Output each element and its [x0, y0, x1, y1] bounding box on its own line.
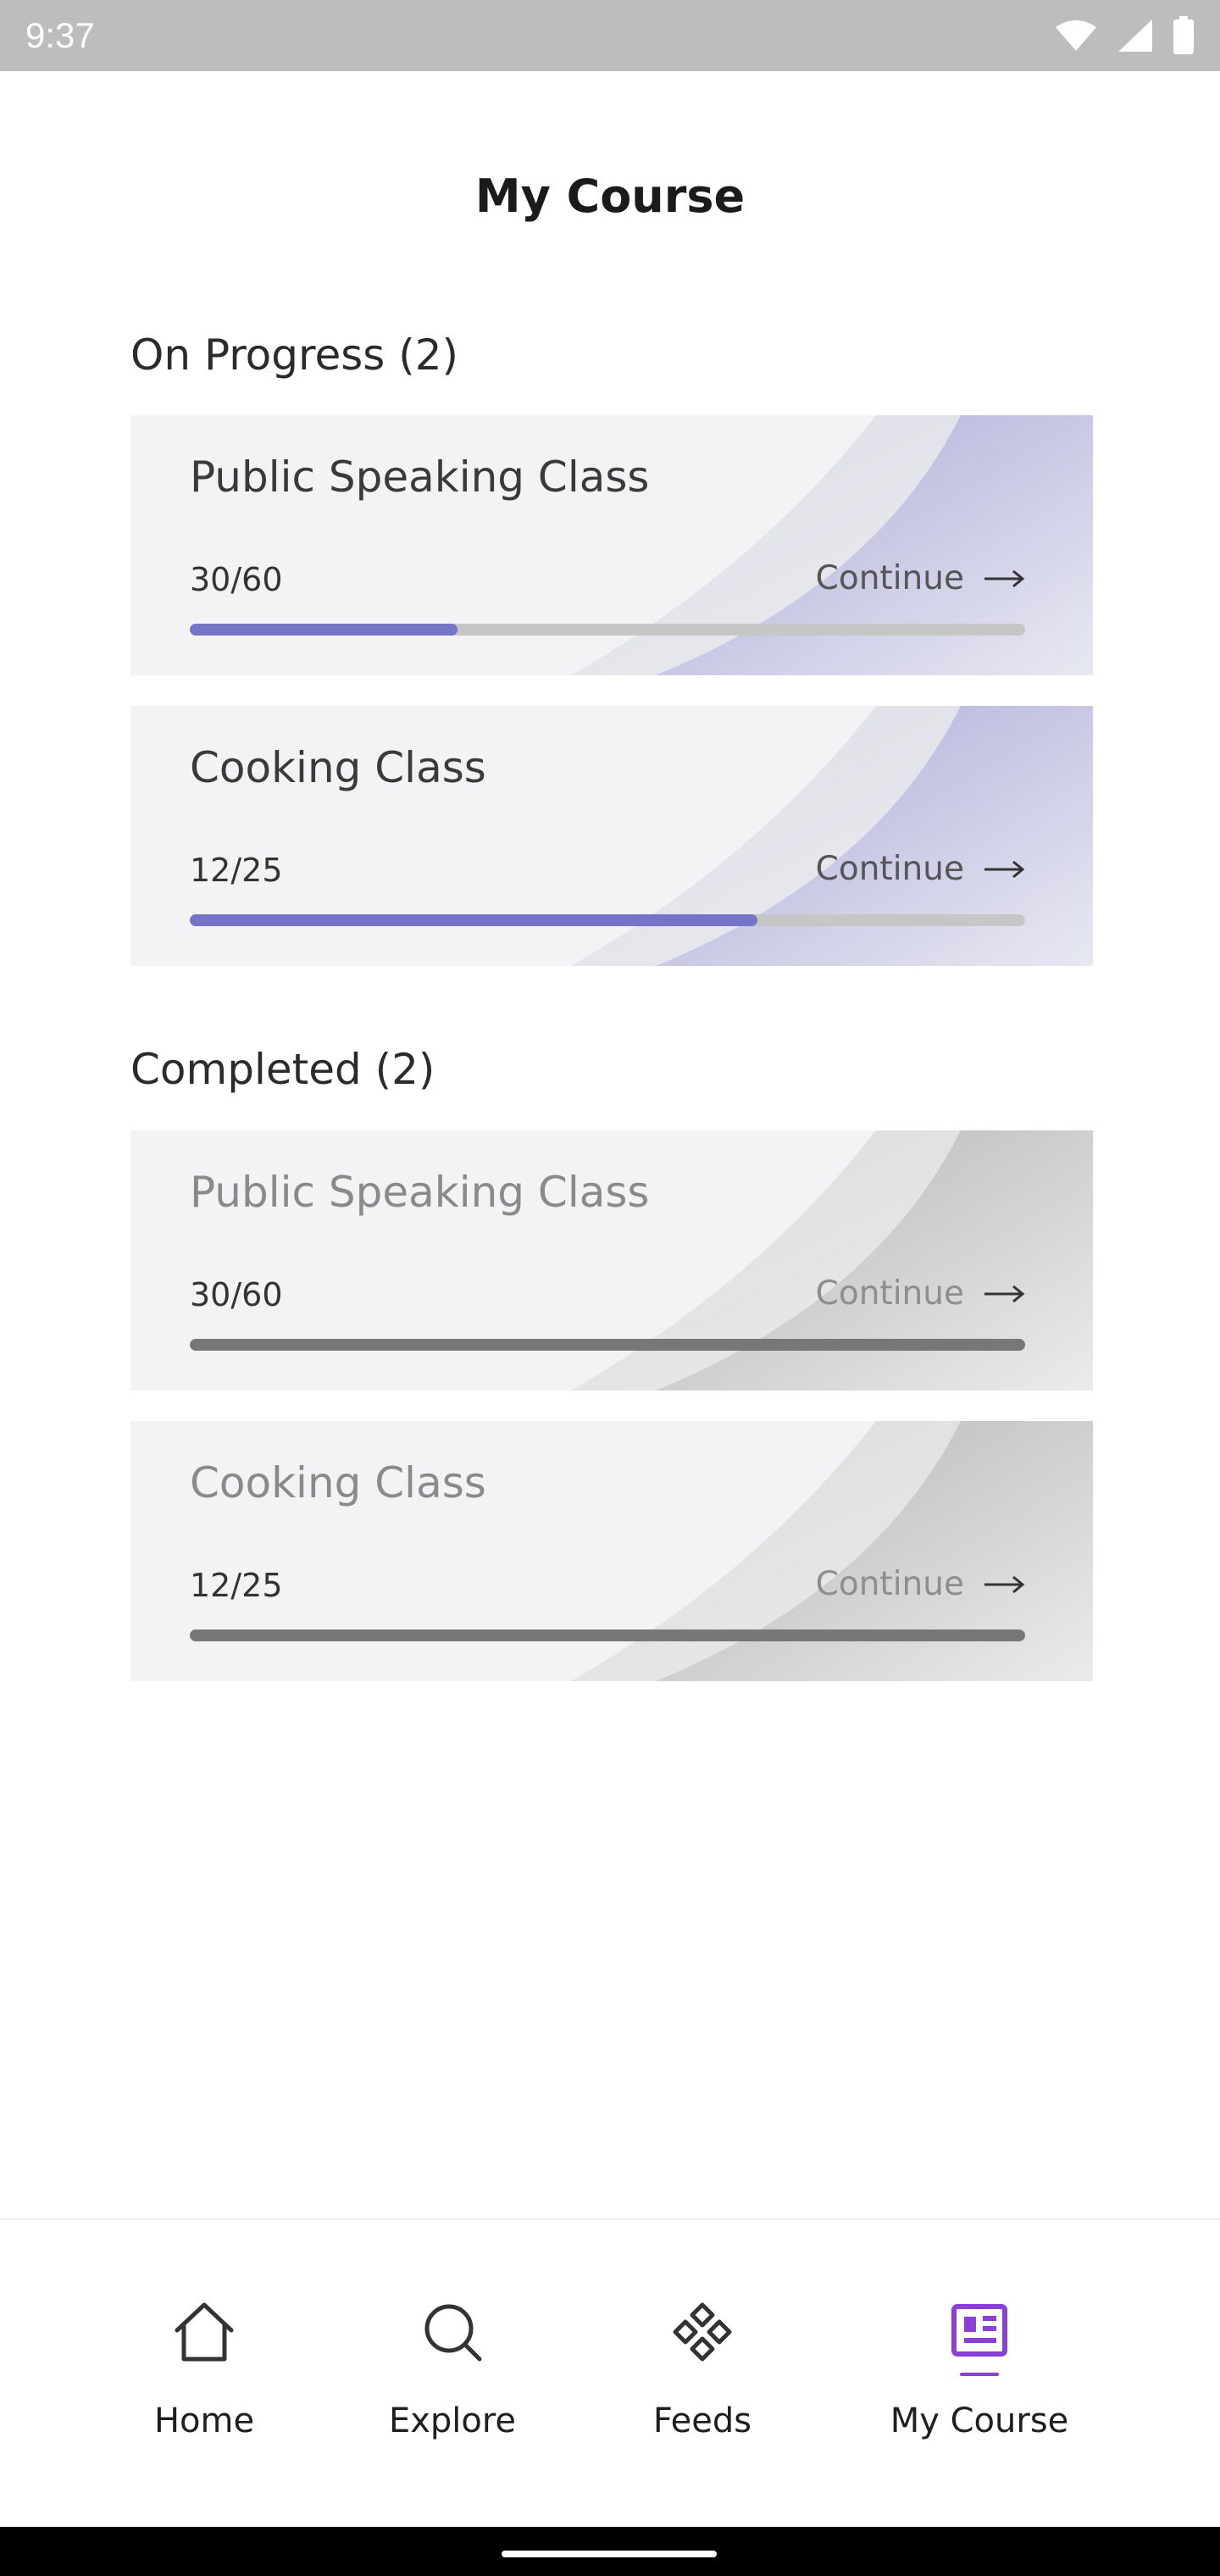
section-title-on-progress: On Progress (2): [130, 330, 459, 380]
bottom-navigation: Home Explore Feeds My Course: [0, 2218, 1220, 2527]
arrow-right-icon: [984, 860, 1025, 878]
feeds-icon: [673, 2302, 732, 2362]
continue-button[interactable]: Continue: [816, 1274, 1025, 1313]
continue-label: Continue: [815, 559, 964, 597]
nav-item-my-course[interactable]: My Course: [878, 2296, 1081, 2440]
nav-item-explore[interactable]: Explore: [351, 2296, 554, 2440]
arrow-right-icon: [984, 1575, 1025, 1593]
active-tab-indicator: [960, 2373, 999, 2376]
progress-bar: [190, 1339, 1025, 1351]
course-card-completed[interactable]: Cooking Class 12/25 Continue: [130, 1421, 1093, 1681]
course-title: Cooking Class: [190, 1458, 486, 1507]
continue-button[interactable]: Continue: [816, 850, 1025, 888]
continue-button[interactable]: Continue: [816, 1565, 1025, 1603]
progress-fill: [190, 1629, 1025, 1641]
course-title: Public Speaking Class: [190, 1168, 650, 1217]
course-progress-count: 12/25: [190, 852, 283, 889]
battery-icon: [1173, 16, 1194, 54]
progress-fill: [190, 1339, 1025, 1351]
section-title-completed: Completed (2): [130, 1045, 435, 1094]
system-navigation-bar: [0, 2527, 1220, 2576]
course-progress-count: 30/60: [190, 1276, 283, 1313]
page-title: My Course: [474, 169, 746, 223]
course-card[interactable]: Public Speaking Class 30/60 Continue: [130, 415, 1093, 675]
continue-button[interactable]: Continue: [816, 559, 1025, 597]
nav-label-home: Home: [153, 2401, 255, 2440]
status-bar: 9:37: [0, 0, 1220, 71]
course-progress-count: 12/25: [190, 1567, 283, 1604]
progress-fill: [190, 914, 758, 926]
signal-icon: [1118, 19, 1152, 52]
wifi-icon: [1056, 20, 1096, 51]
nav-item-feeds[interactable]: Feeds: [601, 2296, 804, 2440]
search-icon: [424, 2304, 482, 2362]
progress-bar: [190, 1629, 1025, 1641]
course-card-completed[interactable]: Public Speaking Class 30/60 Continue: [130, 1130, 1093, 1391]
arrow-right-icon: [984, 569, 1025, 587]
progress-fill: [190, 624, 458, 636]
home-gesture-handle[interactable]: [502, 2551, 717, 2557]
progress-bar: [190, 914, 1025, 926]
course-progress-count: 30/60: [190, 561, 283, 598]
continue-label: Continue: [815, 1274, 964, 1313]
nav-label-explore: Explore: [388, 2401, 517, 2440]
continue-label: Continue: [815, 1565, 964, 1603]
course-icon: [951, 2304, 1007, 2357]
course-title: Cooking Class: [190, 743, 486, 792]
course-title: Public Speaking Class: [190, 452, 650, 502]
nav-item-home[interactable]: Home: [103, 2296, 306, 2440]
status-icons: [1054, 16, 1195, 55]
nav-label-feeds: Feeds: [652, 2401, 752, 2440]
home-icon: [175, 2302, 234, 2362]
progress-bar: [190, 624, 1025, 636]
continue-label: Continue: [815, 850, 964, 888]
arrow-right-icon: [984, 1285, 1025, 1302]
course-card[interactable]: Cooking Class 12/25 Continue: [130, 706, 1093, 966]
nav-label-my-course: My Course: [890, 2401, 1069, 2440]
status-time: 9:37: [25, 15, 95, 55]
